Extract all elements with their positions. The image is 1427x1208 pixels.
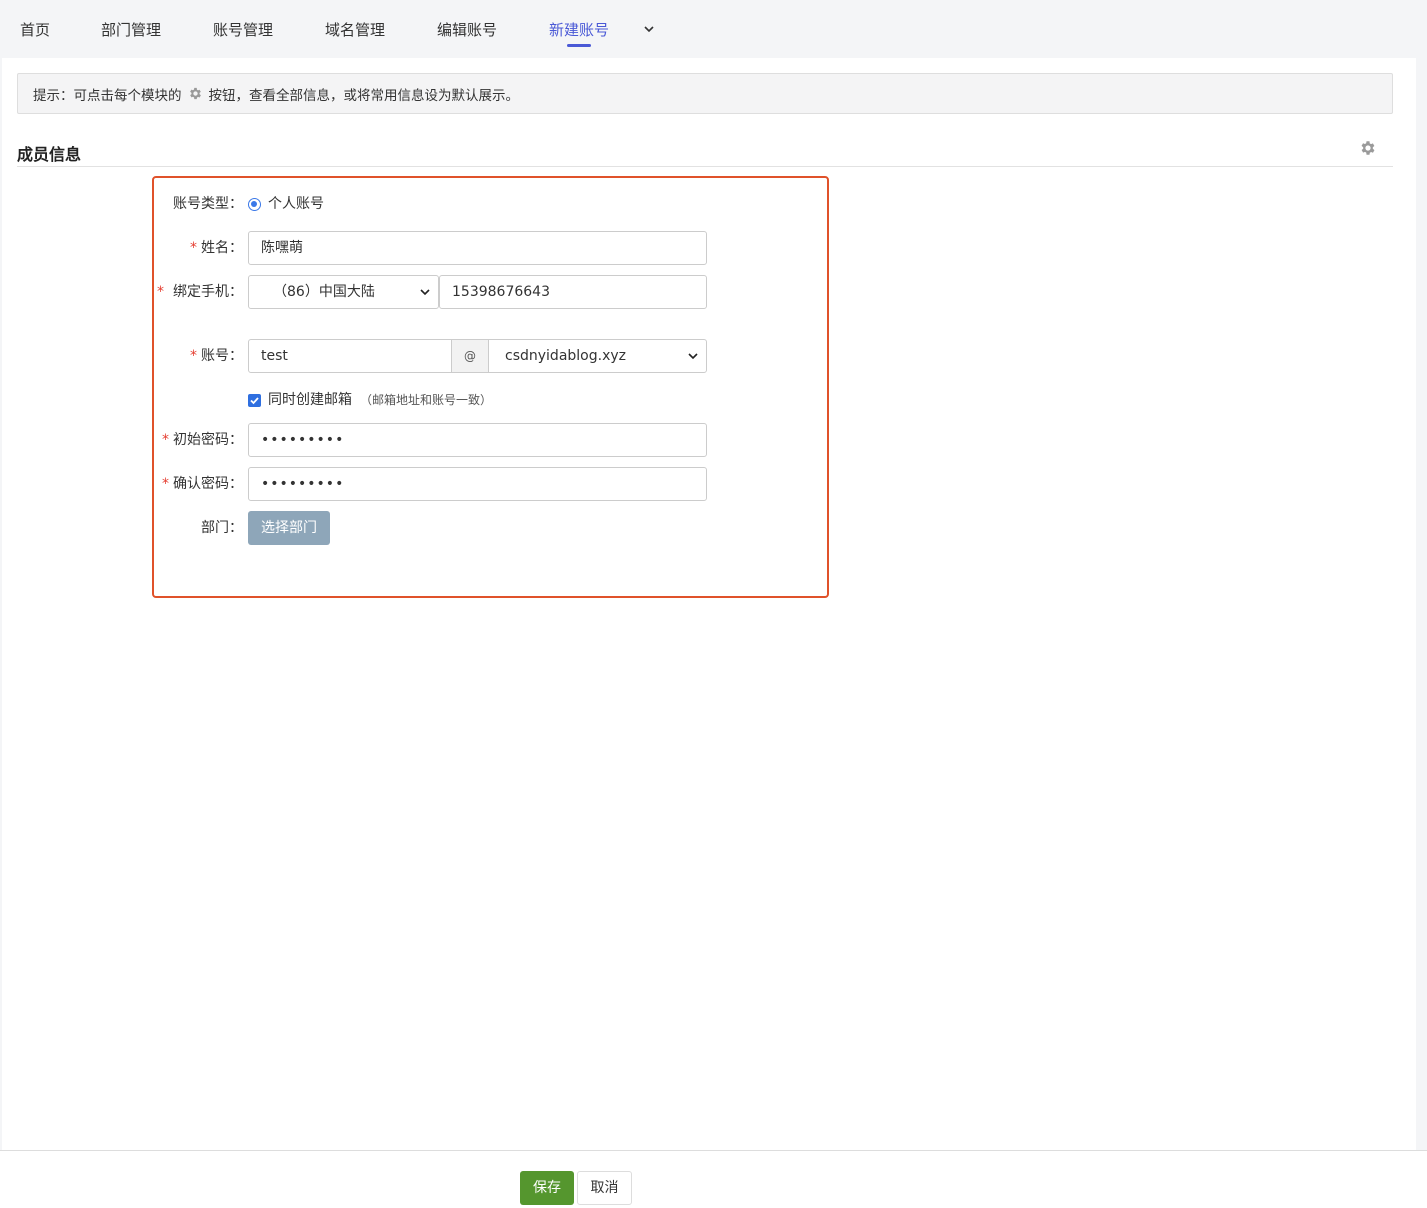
name-input[interactable]: 陈嘿萌	[248, 231, 707, 265]
create-mailbox-note: （邮箱地址和账号一致）	[360, 393, 493, 407]
create-mailbox-row: 同时创建邮箱 （邮箱地址和账号一致）	[154, 390, 827, 424]
section-title: 成员信息	[17, 145, 82, 164]
chevron-down-icon[interactable]	[642, 22, 656, 36]
phone-label: * 绑定手机：	[157, 284, 243, 300]
tab-domain-management[interactable]: 域名管理	[325, 20, 385, 40]
settings-gear-icon[interactable]	[1359, 139, 1377, 157]
tab-edit-account[interactable]: 编辑账号	[437, 20, 497, 40]
country-code-select[interactable]: （86）中国大陆	[248, 275, 439, 309]
hint-text-suffix: 按钮，查看全部信息，或将常用信息设为默认展示。	[208, 87, 520, 104]
name-row: * 姓名： 陈嘿萌	[154, 231, 827, 265]
top-tab-bar: 首页 部门管理 账号管理 域名管理 编辑账号 新建账号	[0, 0, 1427, 58]
main-panel: 提示：可点击每个模块的 按钮，查看全部信息，或将常用信息设为默认展示。 成员信息…	[2, 58, 1416, 1150]
tab-account-management[interactable]: 账号管理	[213, 20, 273, 40]
member-form: 账号类型： 个人账号 * 姓名： 陈嘿萌 * 绑定手机： （86）中国大陆 1539…	[152, 176, 829, 598]
gear-icon	[188, 86, 203, 101]
select-department-button[interactable]: 选择部门	[248, 511, 330, 545]
account-type-label: 账号类型：	[173, 196, 243, 212]
initial-password-input[interactable]: •••••••••	[248, 423, 707, 457]
name-label: * 姓名：	[190, 240, 243, 256]
initial-password-row: * 初始密码： •••••••••	[154, 423, 827, 457]
personal-account-radio[interactable]	[248, 198, 261, 211]
at-sign-addon: @	[451, 339, 489, 373]
phone-row: * 绑定手机： （86）中国大陆 15398676643	[154, 275, 827, 309]
domain-value: csdnyidablog.xyz	[505, 348, 626, 364]
tab-new-account[interactable]: 新建账号	[549, 20, 609, 47]
account-row: * 账号： test @ csdnyidablog.xyz	[154, 339, 827, 373]
check-icon	[250, 397, 259, 405]
personal-account-label: 个人账号	[268, 196, 324, 212]
create-mailbox-checkbox[interactable]	[248, 394, 261, 407]
country-code-value: （86）中国大陆	[273, 284, 375, 300]
tab-home[interactable]: 首页	[20, 20, 50, 40]
confirm-password-row: * 确认密码： •••••••••	[154, 467, 827, 501]
phone-input[interactable]: 15398676643	[439, 275, 707, 309]
account-type-row: 账号类型： 个人账号	[154, 187, 827, 221]
department-row: 部门： 选择部门	[154, 511, 827, 545]
section-divider	[17, 166, 1393, 167]
department-label: 部门：	[201, 520, 243, 536]
footer-bar: 保存 取消	[0, 1150, 1427, 1208]
chevron-down-icon	[688, 353, 698, 360]
account-input[interactable]: test	[248, 339, 453, 373]
confirm-password-label: * 确认密码：	[162, 476, 243, 492]
hint-text-prefix: 提示：可点击每个模块的	[33, 87, 182, 104]
chevron-down-icon	[420, 289, 430, 296]
initial-password-label: * 初始密码：	[162, 432, 243, 448]
domain-select[interactable]: csdnyidablog.xyz	[488, 339, 707, 373]
hint-bar: 提示：可点击每个模块的 按钮，查看全部信息，或将常用信息设为默认展示。	[17, 73, 1393, 114]
create-mailbox-label: 同时创建邮箱 （邮箱地址和账号一致）	[268, 392, 493, 408]
confirm-password-input[interactable]: •••••••••	[248, 467, 707, 501]
account-label: * 账号：	[190, 348, 243, 364]
save-button[interactable]: 保存	[520, 1171, 574, 1205]
cancel-button[interactable]: 取消	[577, 1171, 632, 1205]
tab-department-management[interactable]: 部门管理	[101, 20, 161, 40]
